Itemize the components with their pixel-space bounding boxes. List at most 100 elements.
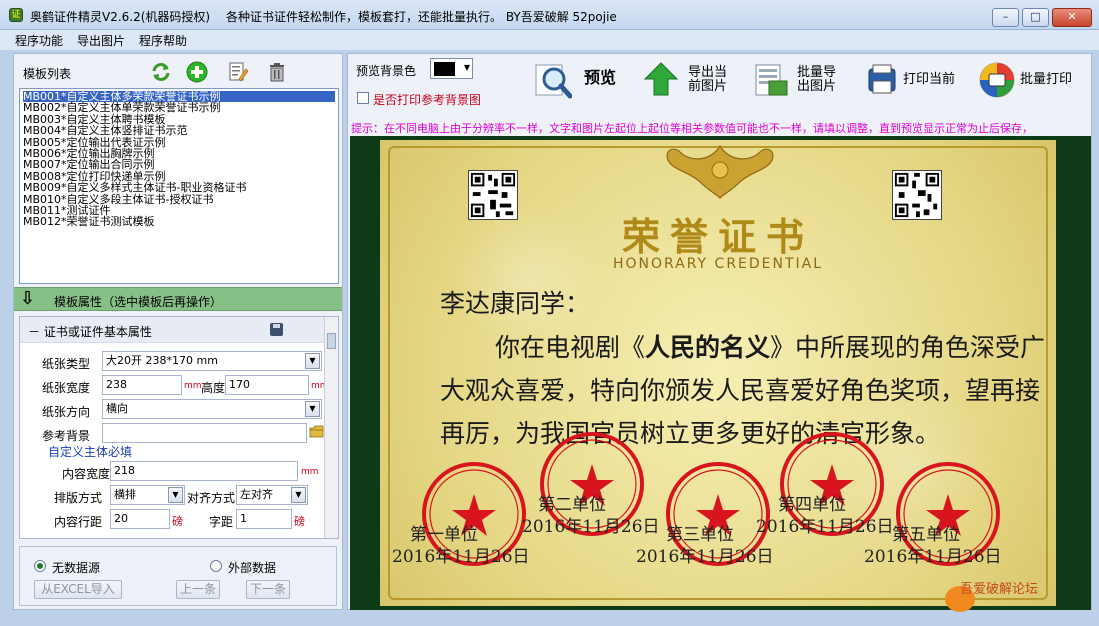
paper-width-label: 纸张宽度: [42, 381, 91, 395]
batch-print-label: 批量打印: [1020, 72, 1073, 87]
orientation-label: 纸张方向: [42, 405, 91, 419]
color-swatch: [434, 62, 455, 76]
edit-template-icon[interactable]: [227, 61, 249, 83]
watermark-text: 吾爱破解论坛: [960, 582, 1039, 597]
export-current-image-button[interactable]: 导出当 前图片: [642, 56, 732, 104]
batch-export-label-line1: 批量导: [797, 65, 837, 80]
export-current-label-line1: 导出当: [688, 65, 728, 80]
print-ref-bg-checkbox[interactable]: [357, 92, 369, 104]
height-label: 高度: [201, 381, 226, 395]
printer-icon: [868, 64, 896, 94]
maximize-button[interactable]: □: [1022, 8, 1049, 27]
line-spacing-input[interactable]: 20: [110, 509, 170, 529]
preview-bg-label: 预览背景色: [356, 64, 417, 78]
properties-header: ⇩ 模板属性（选中模板后再操作）: [14, 287, 342, 311]
window-title: 奥鹤证件精灵V2.6.2(机器码授权): [30, 10, 211, 24]
menu-program-help[interactable]: 程序帮助: [139, 32, 187, 49]
export-current-label-line2: 前图片: [688, 79, 728, 94]
property-grid: － 证书或证件基本属性 纸张类型 大20开 238*170 mm ▼ 纸张宽度 …: [19, 316, 339, 539]
template-list-title: 模板列表: [23, 67, 72, 81]
orientation-select[interactable]: 横向 ▼: [102, 399, 322, 419]
batch-print-button[interactable]: 批量打印: [978, 56, 1088, 104]
left-panel: 模板列表 MB001*自定义主体多荣款荣誉证书示例 MB002*自定义主体单荣款…: [13, 53, 343, 610]
seal-5-date: 2016年11月26日: [864, 547, 1002, 567]
prev-record-button[interactable]: 上一条: [176, 580, 220, 599]
batch-export-button[interactable]: 批量导 出图片: [753, 56, 853, 104]
layout-label: 排版方式: [54, 491, 103, 505]
property-scrollbar[interactable]: [324, 317, 338, 538]
chevron-down-icon[interactable]: ▼: [305, 401, 320, 417]
height-input[interactable]: 170: [225, 375, 309, 395]
chevron-down-icon[interactable]: ▼: [291, 487, 306, 503]
refresh-icon[interactable]: [150, 61, 172, 83]
folder-icon[interactable]: [309, 425, 324, 438]
certificate-body: 你在电视剧《人民的名义》中所展现的角色深受广大观众喜爱，特向你颁发人民喜爱好角色…: [440, 333, 1046, 448]
certificate: 荣誉证书 HONORARY CREDENTIAL 李达康同学： 你在电视剧《人民…: [380, 140, 1056, 606]
align-label: 对齐方式: [187, 491, 236, 505]
add-template-icon[interactable]: [186, 61, 208, 83]
batch-export-icon: [755, 64, 788, 96]
certificate-preview-area: 荣誉证书 HONORARY CREDENTIAL 李达康同学： 你在电视剧《人民…: [350, 136, 1091, 610]
align-select[interactable]: 左对齐 ▼: [236, 485, 308, 505]
template-list[interactable]: MB001*自定义主体多荣款荣誉证书示例 MB002*自定义主体单荣款荣誉证书示…: [19, 88, 339, 284]
char-spacing-input[interactable]: 1: [236, 509, 292, 529]
upload-arrow-icon: [643, 62, 679, 96]
unit-pound: 磅: [294, 515, 305, 528]
no-data-source-radio[interactable]: [34, 560, 46, 572]
ornament-icon: [666, 144, 774, 199]
app-icon: 证: [9, 8, 23, 22]
certificate-salutation: 李达康同学：: [440, 289, 591, 318]
template-header: 模板列表: [14, 54, 342, 88]
chevron-down-icon[interactable]: ▼: [464, 63, 470, 72]
char-spacing-label: 字距: [209, 515, 234, 529]
title-bar: 证 奥鹤证件精灵V2.6.2(机器码授权) 各种证书证件轻松制作，模板套打，还能…: [0, 0, 1099, 30]
layout-select[interactable]: 横排 ▼: [110, 485, 185, 505]
delete-template-icon[interactable]: [266, 61, 288, 83]
magnifier-icon: [535, 64, 572, 99]
hint-text: 提示：在不同电脑上由于分辨率不一样，文字和图片左起位上起位等相关参数值可能也不一…: [351, 122, 1033, 134]
print-current-button[interactable]: 打印当前: [863, 56, 963, 104]
content-width-input[interactable]: 218: [110, 461, 298, 481]
right-panel: 预览背景色 ▼ 是否打印参考背景图 预览 导出当 前图片 批量导 出图片 打印当…: [347, 53, 1092, 610]
show-title: 人民的名义: [645, 333, 771, 362]
save-icon[interactable]: [270, 323, 283, 336]
paper-width-input[interactable]: 238: [102, 375, 182, 395]
scrollbar-thumb[interactable]: [327, 333, 336, 349]
chevron-down-icon[interactable]: ▼: [168, 487, 183, 503]
paper-type-label: 纸张类型: [42, 357, 91, 371]
seal-1-date: 2016年11月26日: [392, 547, 530, 567]
close-button[interactable]: ✕: [1052, 8, 1092, 27]
no-data-source-label: 无数据源: [52, 561, 101, 575]
chevron-down-icon[interactable]: ▼: [305, 353, 320, 369]
reference-bg-input[interactable]: [102, 423, 307, 443]
minimize-button[interactable]: –: [992, 8, 1019, 27]
list-item[interactable]: MB009*自定义多样式主体证书-职业资格证书: [23, 182, 335, 194]
preview-bg-color-picker[interactable]: ▼: [430, 58, 473, 79]
paper-type-select[interactable]: 大20开 238*170 mm ▼: [102, 351, 322, 371]
batch-export-label-line2: 出图片: [797, 79, 837, 94]
content-width-label: 内容宽度: [62, 467, 111, 481]
menu-bar: 程序功能 导出图片 程序帮助: [0, 30, 1099, 50]
menu-export-image[interactable]: 导出图片: [77, 32, 125, 49]
unit-mm: mm: [184, 381, 202, 391]
custom-body-section-title: 自定义主体必填: [48, 445, 133, 459]
import-excel-button[interactable]: 从EXCEL导入: [34, 580, 122, 599]
unit-mm: mm: [301, 467, 319, 477]
next-record-button[interactable]: 下一条: [246, 580, 290, 599]
preview-button[interactable]: 预览: [534, 56, 624, 104]
unit-pound: 磅: [172, 515, 183, 528]
certificate-title: 荣誉证书: [621, 214, 814, 259]
category-basic[interactable]: － 证书或证件基本属性: [20, 317, 324, 343]
down-arrow-icon: ⇩: [20, 288, 36, 309]
seal-3-date: 2016年11月26日: [636, 547, 774, 567]
print-ref-bg-label: 是否打印参考背景图: [373, 93, 482, 107]
menu-program-functions[interactable]: 程序功能: [15, 32, 63, 49]
reference-bg-label: 参考背景: [42, 429, 91, 443]
list-item[interactable]: MB012*荣誉证书测试模板: [23, 216, 335, 228]
list-item[interactable]: MB004*自定义主体竖排证书示范: [23, 125, 335, 137]
line-spacing-label: 内容行距: [54, 515, 103, 529]
window-tagline: 各种证书证件轻松制作，模板套打，还能批量执行。 BY吾爱破解 52pojie: [226, 10, 617, 24]
seal-2-date: 2016年11月26日: [522, 517, 660, 537]
external-data-radio[interactable]: [210, 560, 222, 572]
seal-4-date: 2016年11月26日: [756, 517, 894, 537]
